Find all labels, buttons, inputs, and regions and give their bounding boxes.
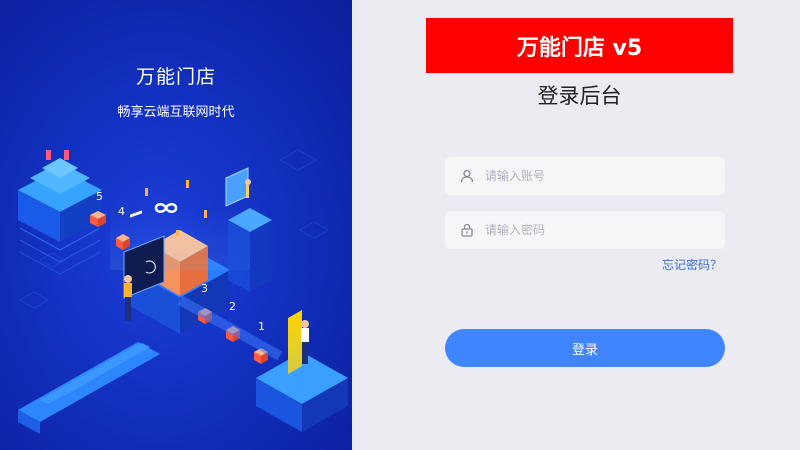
step-number-5: 5 xyxy=(96,190,103,203)
page-title: 登录后台 xyxy=(537,84,622,108)
step-number-1: 1 xyxy=(258,320,265,333)
brand-banner: 万能门店 v5 xyxy=(426,18,733,73)
tower-right xyxy=(225,167,272,292)
password-input[interactable] xyxy=(485,211,725,249)
step-number-2: 2 xyxy=(229,300,236,313)
forgot-password-link[interactable]: 忘记密码？ xyxy=(662,256,722,273)
tower-left xyxy=(18,150,102,275)
login-panel: 万能门店 v5 登录后台 忘记密码？ 登录 xyxy=(352,0,800,450)
account-field[interactable] xyxy=(445,157,725,195)
step-number-3: 3 xyxy=(201,282,208,295)
isometric-cloud-illustration: 5 4 3 2 1 xyxy=(18,149,348,434)
password-field[interactable] xyxy=(445,211,725,249)
illustration-panel: 万能门店 畅享云端互联网时代 5 4 3 2 1 xyxy=(0,0,352,450)
staircase xyxy=(18,342,160,434)
step-number-4: 4 xyxy=(118,205,125,218)
login-button[interactable]: 登录 xyxy=(445,329,725,367)
lock-icon xyxy=(459,222,475,238)
account-input[interactable] xyxy=(485,157,725,195)
portal-platform xyxy=(256,310,348,432)
user-icon xyxy=(459,168,475,184)
